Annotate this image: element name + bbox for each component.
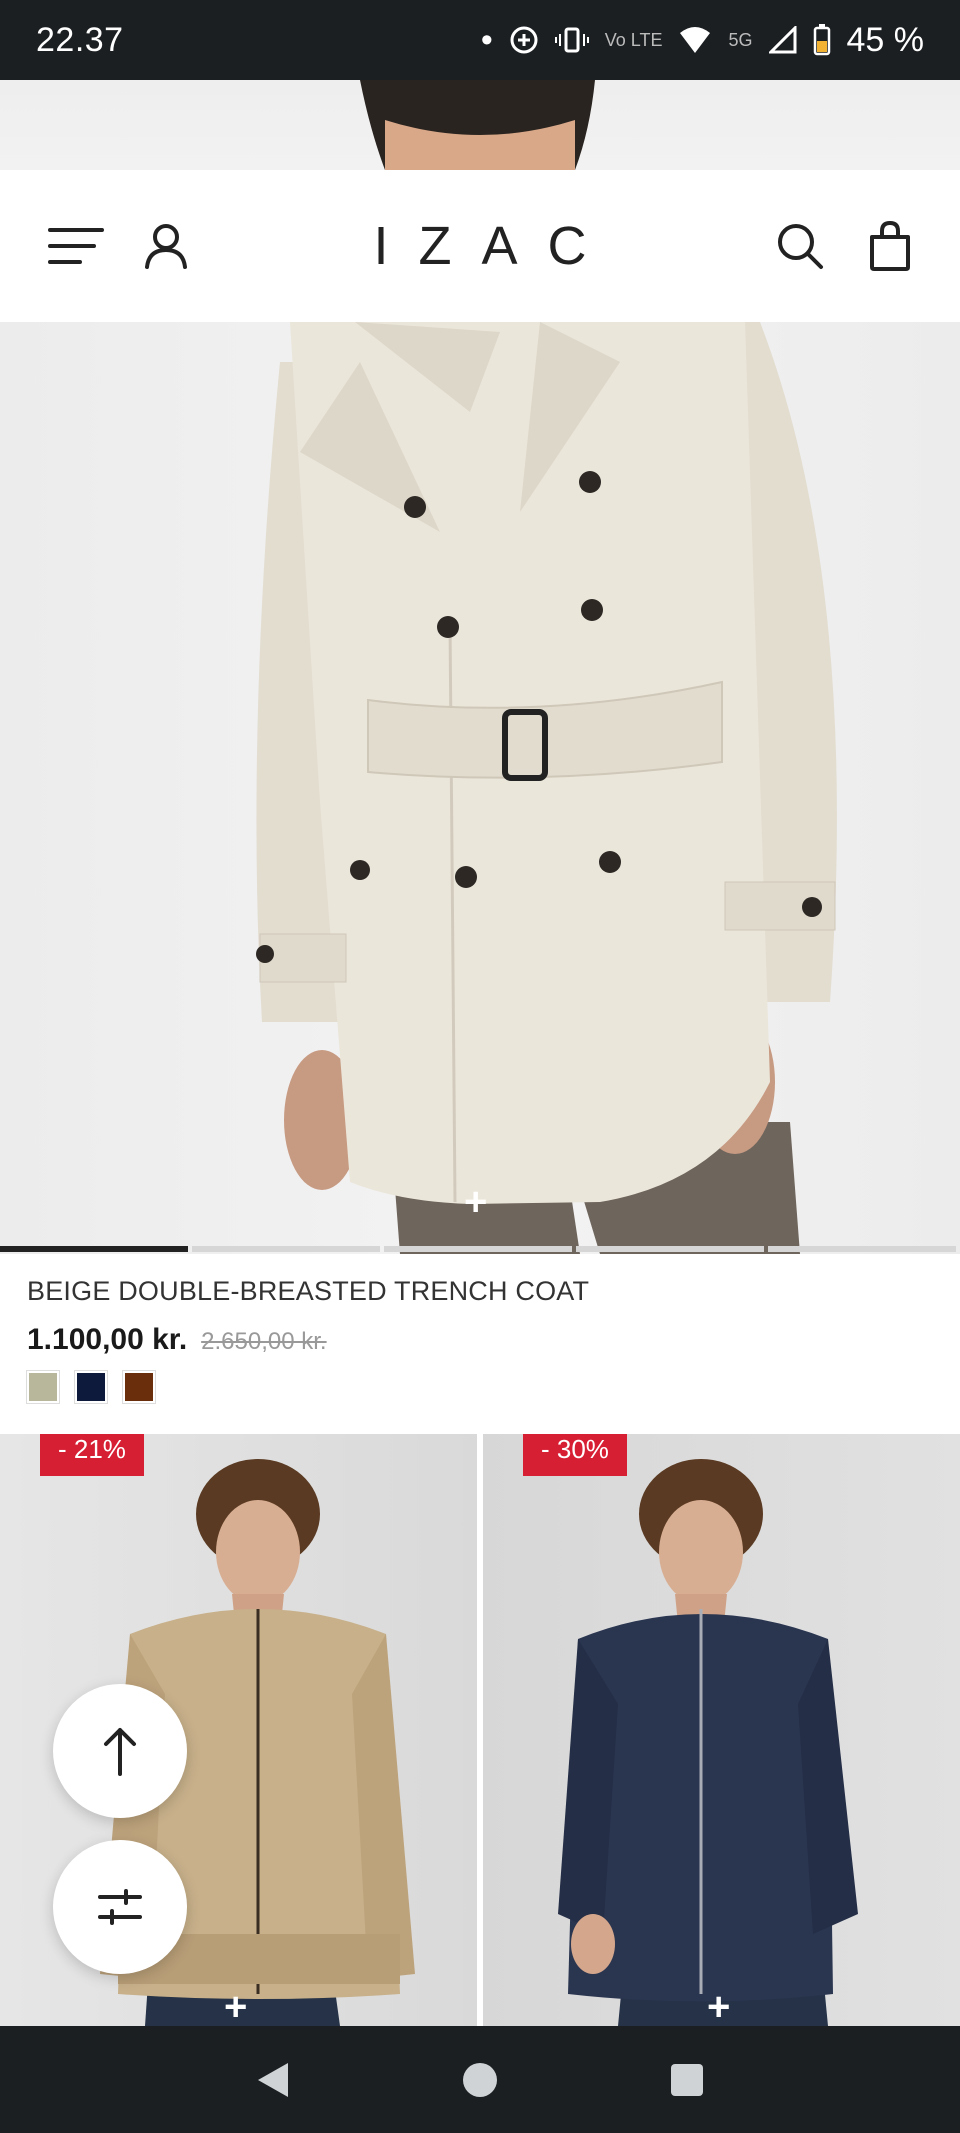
carousel-dot[interactable]: [192, 1246, 380, 1252]
arrow-up-icon: [104, 1728, 136, 1776]
back-button[interactable]: [243, 2050, 303, 2110]
search-icon: [777, 224, 823, 269]
status-bar: 22.37 • Vo LTE 5G 45 %: [0, 0, 960, 80]
battery-icon: [813, 24, 830, 56]
dot-icon: •: [480, 20, 493, 59]
filter-sliders-icon: [98, 1889, 142, 1925]
current-price: 1.100,00 kr.: [27, 1323, 188, 1356]
quick-add-plus[interactable]: +: [224, 1985, 247, 2026]
screen: 22.37 • Vo LTE 5G 45 % IZAC + BEIGE DOUB…: [0, 0, 960, 2133]
product-title[interactable]: BEIGE DOUBLE-BREASTED TRENCH COAT: [27, 1276, 937, 1307]
original-price: 2.650,00 kr.: [201, 1328, 327, 1355]
data-saver-icon: [510, 26, 538, 54]
system-nav-bar: [0, 2026, 960, 2133]
carousel-indicator: [0, 1246, 960, 1252]
product-card[interactable]: - 30% +: [483, 1434, 960, 2026]
swatch-brown[interactable]: [122, 1370, 156, 1404]
bag-icon: [869, 221, 910, 271]
status-time: 22.37: [36, 20, 124, 59]
account-icon: [145, 224, 187, 269]
model-head-illustration: [360, 80, 595, 170]
carousel-dot[interactable]: [576, 1246, 764, 1252]
scroll-to-top-button[interactable]: [53, 1684, 187, 1818]
home-button[interactable]: [450, 2050, 510, 2110]
trench-coat-illustration: [256, 322, 837, 1254]
swatch-beige[interactable]: [26, 1370, 60, 1404]
color-swatches: [26, 1370, 937, 1404]
price-row: 1.100,00 kr. 2.650,00 kr.: [27, 1323, 937, 1357]
previous-product-image-peek: [0, 80, 960, 170]
network-label: 5G: [728, 29, 753, 50]
vibrate-icon: [554, 27, 589, 53]
filter-button[interactable]: [53, 1840, 187, 1974]
battery-level: 45 %: [846, 20, 925, 59]
bag-button[interactable]: [868, 221, 912, 271]
menu-button[interactable]: [48, 226, 104, 266]
swatch-navy[interactable]: [74, 1370, 108, 1404]
signal-icon: [768, 26, 796, 54]
product-image[interactable]: +: [0, 322, 960, 1254]
header-left: [48, 223, 228, 269]
wifi-icon: [680, 27, 711, 53]
menu-icon: [48, 228, 104, 264]
recents-button[interactable]: [657, 2050, 717, 2110]
back-icon: [258, 2062, 289, 2097]
discount-badge: - 21%: [40, 1434, 144, 1476]
status-icons: • Vo LTE 5G 45 %: [481, 21, 924, 60]
account-button[interactable]: [144, 223, 188, 269]
product-info: BEIGE DOUBLE-BREASTED TRENCH COAT 1.100,…: [26, 1276, 937, 1404]
carousel-dot[interactable]: [768, 1246, 956, 1252]
recents-icon: [670, 2063, 703, 2096]
quick-add-plus[interactable]: +: [464, 1182, 487, 1222]
search-button[interactable]: [776, 222, 824, 270]
discount-badge: - 30%: [523, 1434, 627, 1476]
home-icon: [462, 2062, 497, 2097]
carousel-dot[interactable]: [384, 1246, 572, 1252]
quick-add-plus[interactable]: +: [707, 1985, 730, 2026]
volte-label: Vo LTE: [604, 29, 663, 50]
header-right: [732, 221, 912, 271]
navy-jacket-illustration: [558, 1459, 858, 2026]
site-header: IZAC: [0, 170, 960, 322]
brand-logo[interactable]: IZAC: [343, 215, 616, 277]
carousel-dot[interactable]: [0, 1246, 188, 1252]
